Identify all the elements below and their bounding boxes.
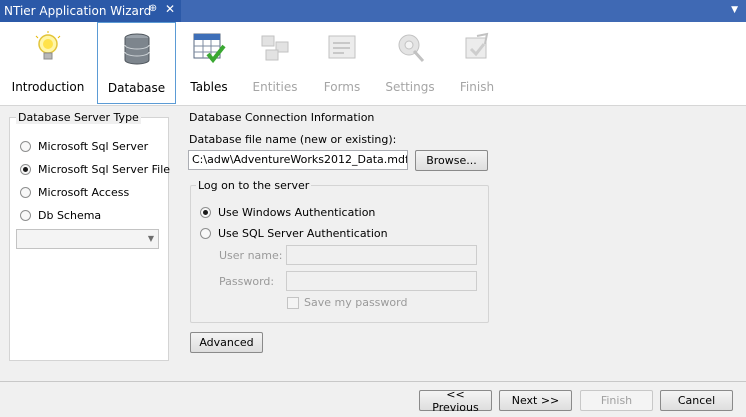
step-label: Forms <box>323 80 361 94</box>
finish-button: Finish <box>580 390 653 411</box>
step-entities: Entities <box>250 22 300 104</box>
radio-button[interactable] <box>20 187 31 198</box>
file-name-label: Database file name (new or existing): <box>189 133 397 146</box>
step-database[interactable]: Database <box>97 22 176 104</box>
username-input[interactable] <box>286 245 477 265</box>
lightbulb-icon <box>35 31 61 60</box>
step-tables[interactable]: Tables <box>182 22 236 104</box>
settings-icon <box>398 34 425 63</box>
username-label: User name: <box>219 249 283 262</box>
save-password-checkbox[interactable]: Save my password <box>287 296 407 309</box>
radio-sql-auth[interactable]: Use SQL Server Authentication <box>200 227 388 240</box>
step-label: Entities <box>252 80 298 94</box>
table-check-icon <box>193 33 226 64</box>
logon-title: Log on to the server <box>196 179 312 192</box>
next-button[interactable]: Next >> <box>499 390 572 411</box>
radio-button[interactable] <box>20 164 31 175</box>
finish-icon <box>465 32 489 59</box>
radio-button[interactable] <box>200 228 211 239</box>
radio-button[interactable] <box>20 210 31 221</box>
entities-icon <box>261 35 289 61</box>
password-label: Password: <box>219 275 275 288</box>
browse-button[interactable]: Browse... <box>415 150 488 171</box>
radio-windows-auth[interactable]: Use Windows Authentication <box>200 206 375 219</box>
window-title: NTier Application Wizard <box>4 4 152 18</box>
previous-button[interactable]: << Previous <box>419 388 492 414</box>
footer-divider <box>0 381 746 382</box>
cancel-button[interactable]: Cancel <box>660 390 733 411</box>
step-label: Database <box>107 81 166 95</box>
checkbox[interactable] <box>287 296 299 309</box>
document-tab[interactable]: NTier Application Wizard ⊕ ✕ <box>0 0 181 22</box>
title-bar: NTier Application Wizard ⊕ ✕ ▼ <box>0 0 746 22</box>
server-type-title: Database Server Type <box>16 111 141 124</box>
step-introduction[interactable]: Introduction <box>10 22 86 104</box>
chevron-down-icon[interactable]: ▼ <box>148 234 154 243</box>
password-input[interactable] <box>286 271 477 291</box>
close-icon[interactable]: ✕ <box>164 2 176 16</box>
database-icon <box>124 33 149 65</box>
radio-access[interactable]: Microsoft Access <box>20 186 129 199</box>
step-finish: Finish <box>454 22 500 104</box>
window-menu-icon[interactable]: ▼ <box>731 5 738 15</box>
radio-sql-server-file[interactable]: Microsoft Sql Server File <box>20 163 170 176</box>
radio-db-schema[interactable]: Db Schema <box>20 209 101 222</box>
pin-icon[interactable]: ⊕ <box>147 3 159 14</box>
advanced-button[interactable]: Advanced <box>190 332 263 353</box>
step-label: Introduction <box>11 80 85 94</box>
schema-combo[interactable]: ▼ <box>16 229 159 249</box>
step-settings: Settings <box>384 22 436 104</box>
wizard-steps-toolbar: Introduction Database Tables Entities Fo… <box>0 22 746 106</box>
step-forms: Forms <box>318 22 366 104</box>
radio-button[interactable] <box>20 141 31 152</box>
step-label: Tables <box>190 80 228 94</box>
step-label: Settings <box>385 80 435 94</box>
connection-title: Database Connection Information <box>187 111 377 124</box>
forms-icon <box>328 35 356 59</box>
radio-sql-server[interactable]: Microsoft Sql Server <box>20 140 148 153</box>
step-label: Finish <box>459 80 495 94</box>
radio-button[interactable] <box>200 207 211 218</box>
file-name-input[interactable]: C:\adw\AdventureWorks2012_Data.mdf <box>188 150 408 170</box>
